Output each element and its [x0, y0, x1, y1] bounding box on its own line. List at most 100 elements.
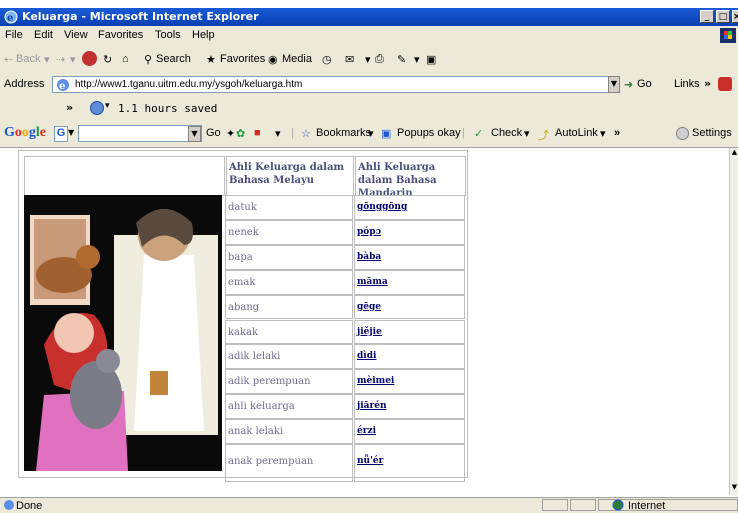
- internet-globe-icon: [612, 499, 624, 511]
- address-label: Address: [4, 78, 45, 90]
- title-bar: e Keluarga - Microsoft Internet Explorer…: [0, 8, 738, 26]
- address-input[interactable]: e http://www1.tganu.uitm.edu.my/ysgoh/ke…: [52, 76, 620, 93]
- google-g-button[interactable]: G: [54, 126, 68, 142]
- menu-file[interactable]: File: [5, 29, 23, 41]
- menu-favorites[interactable]: Favorites: [98, 29, 143, 41]
- saved-dropdown-icon[interactable]: ▾: [105, 101, 110, 111]
- go-arrow-icon[interactable]: ➜: [624, 78, 633, 91]
- google-toolbar: Google G ▼ ▼ Go ✦ ✿ ■ ▾ | ☆ Bookmarks ▾ …: [0, 121, 738, 148]
- google-pagerank-dropdown-icon[interactable]: ▾: [275, 127, 281, 140]
- mandarin-link[interactable]: gōnggōng: [354, 195, 465, 220]
- status-bar: Done Internet: [0, 497, 738, 513]
- address-dropdown-icon[interactable]: ▼: [608, 76, 620, 93]
- mandarin-link[interactable]: māma: [354, 269, 465, 295]
- back-arrow-icon[interactable]: ⇠: [4, 53, 13, 66]
- malay-cell: nenek: [225, 219, 353, 245]
- favorites-button[interactable]: Favorites: [220, 53, 265, 65]
- bookmarks-star-icon[interactable]: ☆: [301, 127, 311, 140]
- popups-button[interactable]: Popups okay: [397, 127, 461, 139]
- history-icon[interactable]: ◷: [322, 53, 332, 66]
- maximize-button[interactable]: □: [716, 10, 730, 23]
- google-go-button[interactable]: Go: [206, 127, 221, 139]
- malay-cell: kakak: [225, 319, 353, 345]
- clipart-vet-illustration: [24, 195, 222, 471]
- search-button[interactable]: Search: [156, 53, 191, 65]
- back-button[interactable]: Back: [16, 53, 40, 65]
- status-page-icon: [4, 500, 14, 510]
- google-logo[interactable]: Google: [4, 125, 46, 141]
- mandarin-link[interactable]: pópɔ: [354, 219, 465, 245]
- malay-cell: emak: [225, 269, 353, 295]
- status-zone: Internet: [628, 500, 666, 512]
- settings-icon[interactable]: [676, 127, 689, 140]
- media-button[interactable]: Media: [282, 53, 312, 65]
- extension-icon[interactable]: [718, 77, 732, 91]
- window-title: Keluarga - Microsoft Internet Explorer: [22, 10, 259, 23]
- spellcheck-icon[interactable]: ✓: [474, 127, 483, 140]
- mandarin-link[interactable]: bàba: [354, 244, 465, 270]
- menu-help[interactable]: Help: [192, 29, 215, 41]
- header-malay: Ahli Keluarga dalam Bahasa Melayu: [226, 156, 354, 196]
- bookmarks-button[interactable]: Bookmarks: [316, 127, 371, 139]
- scroll-down-arrow-icon[interactable]: ▼: [730, 483, 738, 491]
- autolink-dropdown-icon[interactable]: ▾: [600, 127, 606, 140]
- malay-cell: ahli keluarga: [225, 394, 353, 420]
- mandarin-link[interactable]: érzi: [354, 419, 465, 444]
- popup-blocker-icon[interactable]: ▣: [381, 127, 391, 140]
- favorites-icon[interactable]: ★: [206, 53, 216, 66]
- refresh-icon[interactable]: ↻: [103, 53, 112, 66]
- toolbar-chevron-icon[interactable]: »: [66, 101, 73, 114]
- clock-icon[interactable]: [90, 101, 104, 115]
- header-empty-cell: [24, 156, 225, 196]
- menu-view[interactable]: View: [64, 29, 88, 41]
- menu-tools[interactable]: Tools: [155, 29, 181, 41]
- dropdown-icon[interactable]: ▾: [44, 53, 50, 66]
- google-search-dropdown-icon[interactable]: ▼: [188, 126, 201, 142]
- google-pagerank-icon[interactable]: ■: [254, 127, 261, 139]
- edit-icon[interactable]: ✎: [397, 53, 406, 66]
- mandarin-link[interactable]: nǚ'ér: [354, 444, 465, 482]
- forward-arrow-icon[interactable]: ⇢: [56, 53, 65, 66]
- mandarin-link[interactable]: dìdi: [354, 344, 465, 370]
- check-button[interactable]: Check: [491, 127, 522, 139]
- mandarin-link[interactable]: gēge: [354, 294, 465, 320]
- google-news-icon[interactable]: ✦: [226, 127, 235, 140]
- status-text: Done: [16, 500, 43, 512]
- autolink-icon[interactable]: ⤴: [538, 127, 549, 143]
- media-icon[interactable]: ◉: [268, 53, 278, 66]
- g-dropdown-icon[interactable]: ▼: [68, 128, 74, 137]
- close-button[interactable]: ×: [732, 10, 738, 23]
- mandarin-link[interactable]: jiějie: [354, 319, 465, 345]
- google-more-chevron[interactable]: »: [614, 127, 620, 139]
- discuss-icon[interactable]: ▣: [426, 53, 436, 66]
- google-highlighter-icon[interactable]: ✿: [236, 127, 245, 140]
- mail-icon[interactable]: ✉: [345, 53, 354, 66]
- check-dropdown-icon[interactable]: ▾: [524, 127, 530, 140]
- autolink-button[interactable]: AutoLink: [555, 127, 598, 139]
- go-button[interactable]: Go: [637, 78, 652, 90]
- header-mandarin: Ahli Keluarga dalam Bahasa Mandarin: [355, 156, 466, 199]
- page-icon: e: [57, 79, 69, 92]
- minimize-button[interactable]: _: [700, 10, 714, 23]
- page-content: Ahli Keluarga dalam Bahasa Melayu Ahli K…: [0, 148, 729, 495]
- google-search-input[interactable]: [78, 125, 202, 142]
- edit-dropdown-icon[interactable]: ▾: [414, 53, 420, 66]
- print-icon[interactable]: ⎙: [375, 53, 384, 66]
- address-url: http://www1.tganu.uitm.edu.my/ysgoh/kelu…: [75, 79, 303, 90]
- links-button[interactable]: Links: [674, 78, 700, 90]
- search-icon[interactable]: ⚲: [144, 53, 152, 66]
- menu-edit[interactable]: Edit: [34, 29, 53, 41]
- vertical-scrollbar[interactable]: ▲ ▼: [729, 148, 738, 495]
- links-chevron-icon[interactable]: »: [704, 77, 711, 90]
- mail-dropdown-icon[interactable]: ▾: [365, 53, 371, 66]
- scroll-up-arrow-icon[interactable]: ▲: [730, 148, 738, 156]
- home-icon[interactable]: ⌂: [122, 53, 129, 65]
- bookmarks-dropdown-icon[interactable]: ▾: [368, 127, 374, 140]
- mandarin-link[interactable]: mèimei: [354, 369, 465, 395]
- settings-button[interactable]: Settings: [692, 127, 732, 139]
- mandarin-link[interactable]: jiārén: [354, 394, 465, 420]
- saved-time-text: 1.1 hours saved: [118, 102, 218, 115]
- forward-dropdown-icon[interactable]: ▾: [70, 53, 76, 66]
- stop-icon[interactable]: [82, 51, 97, 66]
- vet-clipart-image: [24, 195, 222, 471]
